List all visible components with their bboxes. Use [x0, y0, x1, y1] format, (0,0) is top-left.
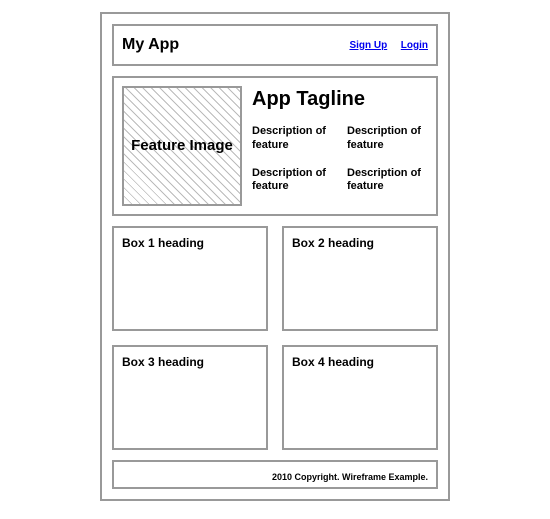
box-heading: Box 1 heading [122, 236, 258, 250]
content-box: Box 1 heading [112, 226, 268, 331]
feature-desc-grid: Description of feature Description of fe… [252, 125, 428, 194]
boxes-grid: Box 1 heading Box 2 heading Box 3 headin… [112, 226, 438, 450]
auth-separator [391, 40, 397, 51]
feature-image-label: Feature Image [131, 137, 233, 155]
content-box: Box 2 heading [282, 226, 438, 331]
box-heading: Box 4 heading [292, 355, 428, 369]
box-heading: Box 3 heading [122, 355, 258, 369]
content-box: Box 4 heading [282, 345, 438, 450]
page-wrapper: My App Sign Up Login Feature Image App T… [100, 12, 450, 501]
app-tagline: App Tagline [252, 88, 428, 111]
signup-link[interactable]: Sign Up [349, 40, 387, 51]
content-box: Box 3 heading [112, 345, 268, 450]
feature-description: Description of feature [252, 125, 333, 153]
auth-links: Sign Up Login [349, 40, 428, 51]
login-link[interactable]: Login [401, 40, 428, 51]
header: My App Sign Up Login [112, 24, 438, 66]
featured-right: App Tagline Description of feature Descr… [252, 86, 428, 206]
feature-description: Description of feature [252, 167, 333, 195]
footer-text: 2010 Copyright. Wireframe Example. [272, 472, 428, 482]
feature-image-placeholder: Feature Image [122, 86, 242, 206]
feature-description: Description of feature [347, 125, 428, 153]
app-title: My App [122, 36, 179, 54]
footer: 2010 Copyright. Wireframe Example. [112, 460, 438, 489]
feature-description: Description of feature [347, 167, 428, 195]
box-heading: Box 2 heading [292, 236, 428, 250]
featured-inner: Feature Image App Tagline Description of… [122, 86, 428, 206]
featured-section: Feature Image App Tagline Description of… [112, 76, 438, 216]
